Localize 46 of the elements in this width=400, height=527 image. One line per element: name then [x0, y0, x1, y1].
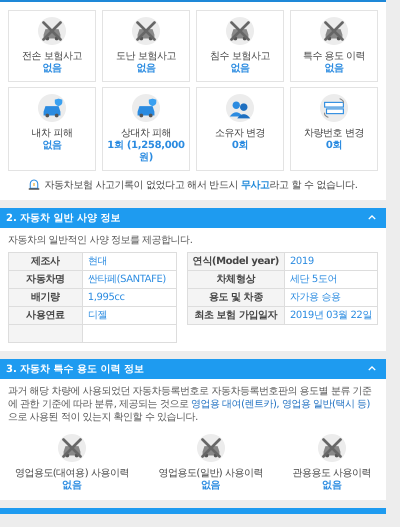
spec-value: 2019 [284, 252, 378, 270]
spec-value: 디젤 [82, 306, 176, 324]
card-value: 0회 [326, 140, 342, 152]
spec-label: 최초 보험 가입일자 [187, 306, 284, 324]
card-label: 침수 보험사고 [210, 50, 270, 63]
card-label: 도난 보험사고 [116, 50, 176, 63]
card-label: 차량번호 변경 [304, 126, 364, 140]
card-label: 특수 용도 이력 [302, 50, 366, 63]
spec-label: 자동차명 [8, 270, 82, 288]
spec-value: 자가용 승용 [284, 288, 378, 306]
spec-value: 2019년 03월 22일 [284, 306, 378, 324]
card-value: 없음 [324, 63, 344, 76]
chevron-up-icon [368, 215, 376, 220]
usage-value: 없음 [200, 480, 220, 492]
card-label: 소유자 변경 [214, 126, 266, 140]
usage-value: 없음 [62, 480, 82, 492]
card-value: 1회 (1,258,000 원) [106, 140, 186, 164]
chevron-up-icon [368, 366, 376, 371]
spec-label: 제조사 [8, 252, 82, 270]
card-value: 없음 [42, 63, 62, 76]
usage-label: 영업용도(일반) 사용이력 [158, 466, 263, 480]
notice-text: 자동차보험 사고기록이 없었다고 해서 반드시 무사고라고 할 수 없습니다. [44, 178, 358, 192]
card-value: 없음 [136, 63, 156, 76]
card-value: 0회 [232, 140, 248, 152]
section-header[interactable]: 3. 자동차 특수 용도 이력 정보 [0, 358, 386, 378]
usage-value: 없음 [322, 480, 342, 492]
warning-icon [28, 179, 40, 190]
card-value: 없음 [42, 140, 62, 152]
spec-value: 세단 5도어 [284, 270, 378, 288]
card-label: 내차 피해 [32, 126, 72, 140]
spec-value: 싼타페(SANTAFE) [82, 270, 176, 288]
spec-label: 배기량 [8, 288, 82, 306]
spec-label: 용도 및 차종 [187, 288, 284, 306]
section-description: 과거 해당 차량에 사용되었던 자동차등록번호로 자동차등록번호판의 용도별 분류 기준에 관한 기준에 따라 분류, 제공되는 것으로 영업용 대여(렌트카), 영업용 일반(택시 등)으로 사용된 적이 있는지 확인할 수 있습니다. [7, 384, 372, 424]
spec-value: 현대 [82, 252, 176, 270]
section-header[interactable]: 2. 자동차 일반 사양 정보 [0, 208, 386, 228]
spec-label: 차체형상 [187, 270, 284, 288]
usage-label: 영업용도(대여용) 사용이력 [14, 466, 129, 480]
spec-label: 연식(Model year) [187, 252, 284, 270]
spec-label: 사용연료 [8, 306, 82, 324]
usage-label: 관용용도 사용이력 [292, 466, 372, 480]
section-description: 자동차의 일반적인 사양 정보를 제공합니다. [7, 234, 194, 248]
card-label: 상대차 피해 [120, 126, 172, 140]
card-value: 없음 [230, 63, 250, 76]
spec-value: 1,995cc [82, 288, 176, 306]
card-label: 전손 보험사고 [22, 50, 82, 63]
